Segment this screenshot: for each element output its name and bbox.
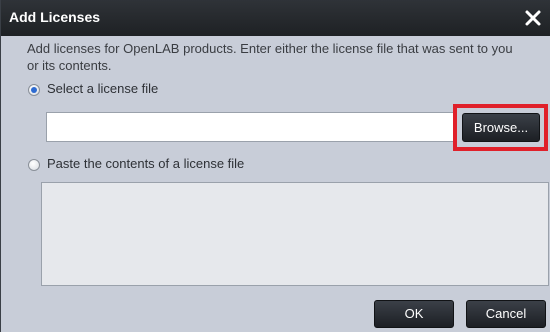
- select-license-file-radio[interactable]: [28, 84, 40, 96]
- ok-button[interactable]: OK: [374, 300, 454, 328]
- dialog-titlebar: Add Licenses: [1, 0, 550, 36]
- paste-license-contents-label[interactable]: Paste the contents of a license file: [47, 156, 244, 171]
- select-license-file-label[interactable]: Select a license file: [47, 81, 158, 96]
- browse-button[interactable]: Browse...: [462, 113, 540, 142]
- license-file-path-input[interactable]: [46, 112, 454, 142]
- close-icon[interactable]: [523, 8, 543, 28]
- add-licenses-dialog: Add Licenses Add licenses for OpenLAB pr…: [0, 0, 550, 332]
- dialog-title: Add Licenses: [9, 9, 101, 25]
- license-contents-textarea[interactable]: [41, 182, 549, 286]
- paste-license-contents-radio[interactable]: [28, 159, 40, 171]
- cancel-button[interactable]: Cancel: [466, 300, 546, 328]
- dialog-description: Add licenses for OpenLAB products. Enter…: [27, 41, 513, 73]
